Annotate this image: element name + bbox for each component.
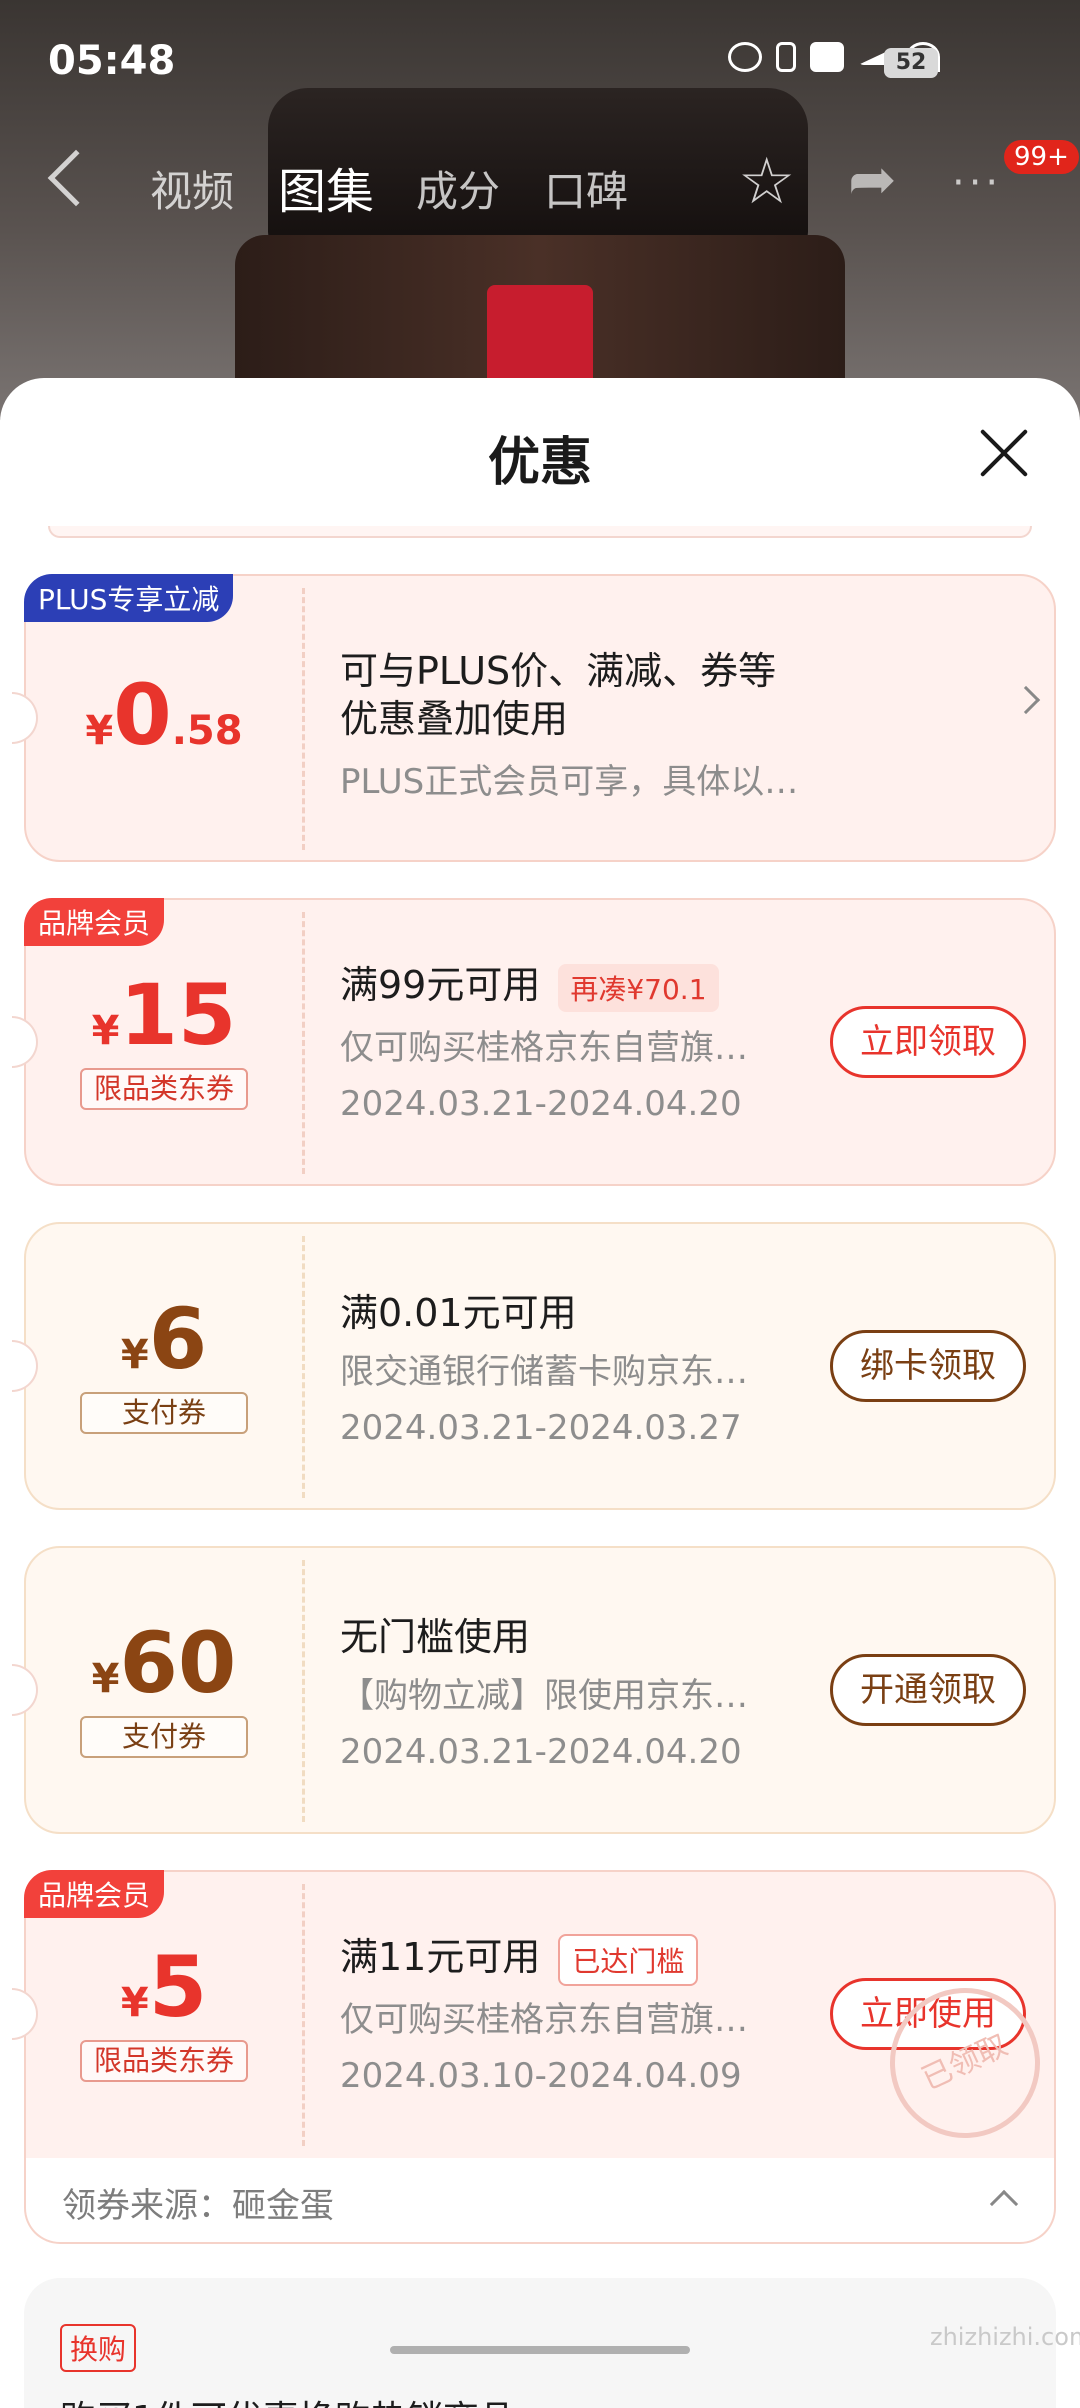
chevron-up-icon[interactable] [989,2189,1019,2219]
favorite-star-icon[interactable]: ☆ [738,150,795,214]
coupon-divider [302,1884,305,2146]
plus-tag: PLUS专享立减 [24,574,234,622]
coupon-divider [302,1560,305,1822]
exchange-purchase-card[interactable]: 换购 购买1件可优惠换购热销商品 [24,2278,1056,2408]
currency-symbol: ¥ [91,1008,120,1054]
status-bar: 05:48 52 [0,0,1080,120]
watermark-text: zhizhizhi.com [930,2323,1080,2351]
activate-claim-button[interactable]: 开通领取 [830,1654,1026,1726]
close-icon[interactable] [978,428,1028,478]
status-time: 05:48 [48,38,176,84]
coupon-amount: ¥15 [26,966,302,1064]
tab-reviews[interactable]: 口碑 [544,158,628,219]
coupon-amount: ¥5 [26,1938,302,2036]
exchange-tag: 换购 [60,2324,137,2372]
currency-symbol: ¥ [120,1332,149,1378]
coupon-type-label: 限品类东券 [80,2040,248,2082]
more-needed-pill: 再凑¥70.1 [558,963,719,1012]
coupon-condition: 满99元可用 再凑¥70.1 [340,954,719,1012]
coupon-source-text: 领券来源：砸金蛋 [62,2186,334,2226]
coupon-brand-5: 品牌会员 ¥5 限品类东券 满11元可用 已达门槛 仅可购买桂格京东自营旗… 20… [12,1870,1056,2158]
chevron-right-icon[interactable] [1011,685,1041,715]
coupon-brand-15: 品牌会员 ¥15 限品类东券 满99元可用 再凑¥70.1 仅可购买桂格京东自营旗… [12,898,1056,1186]
coupon-sub-text: 仅可购买桂格京东自营旗… [340,2000,748,2040]
coupon-sub-text: PLUS正式会员可享，具体以… [340,762,799,802]
coupon-type-label: 限品类东券 [80,1068,248,1110]
coupon-divider [302,588,305,850]
coupon-payment-6: ¥6 支付券 满0.01元可用 限交通银行储蓄卡购京东… 2024.03.21-… [12,1222,1056,1510]
previous-coupon-edge [48,526,1032,538]
coupon-type-label: 支付券 [80,1716,248,1758]
coupon-payment-60: ¥60 支付券 无门槛使用 【购物立减】限使用京东… 2024.03.21-20… [12,1546,1056,1834]
coupon-amount: ¥6 [26,1290,302,1388]
coupon-validity: 2024.03.21-2024.03.27 [340,1408,742,1448]
claim-now-button[interactable]: 立即领取 [830,1006,1026,1078]
coupon-amount: ¥60 [26,1614,302,1712]
currency-symbol: ¥ [120,1980,149,2026]
hd-icon [810,42,844,72]
coupon-sub-text: 仅可购买桂格京东自营旗… [340,1028,748,1068]
coupon-amount: ¥0.58 [26,666,302,764]
amount-value: 6 [148,1290,208,1388]
coupon-validity: 2024.03.21-2024.04.20 [340,1084,742,1124]
top-nav-bar: 视频 图集 成分 口碑 ☆ ➦ ··· 99+ [0,140,1080,230]
coupon-condition: 满11元可用 已达门槛 [340,1926,699,1986]
coupon-sub-text: 【购物立减】限使用京东… [340,1676,748,1716]
coupon-divider [302,1236,305,1498]
coupon-plus-discount[interactable]: PLUS专享立减 ¥0.58 可与PLUS价、满减、券等 优惠叠加使用 PLUS… [12,574,1056,862]
coupon-description-line2: 优惠叠加使用 [340,697,569,741]
threshold-met-pill: 已达门槛 [558,1933,699,1986]
coupon-validity: 2024.03.10-2024.04.09 [340,2056,742,2096]
home-indicator [390,2346,690,2354]
amount-value: 60 [119,1614,237,1712]
tab-ingredients[interactable]: 成分 [416,158,500,219]
currency-symbol: ¥ [85,708,114,754]
vibrate-icon [776,42,796,72]
back-icon[interactable] [47,149,105,207]
currency-symbol: ¥ [91,1656,120,1702]
alarm-icon [728,42,762,72]
tab-gallery[interactable]: 图集 [278,152,374,222]
coupon-validity: 2024.03.21-2024.04.20 [340,1732,742,1772]
brand-member-tag: 品牌会员 [24,898,165,946]
amount-integer: 0 [113,666,172,764]
coupon-divider [302,912,305,1174]
coupon-condition: 满0.01元可用 [340,1291,577,1335]
condition-text: 满99元可用 [340,963,541,1007]
share-icon[interactable]: ➦ [848,150,897,208]
coupon-source-row[interactable]: 领券来源：砸金蛋 [24,2158,1056,2244]
more-icon[interactable]: ··· [952,160,1002,206]
coupon-type-label: 支付券 [80,1392,248,1434]
tab-video[interactable]: 视频 [150,158,234,219]
amount-value: 5 [148,1938,208,2036]
sheet-title: 优惠 [487,433,592,493]
amount-decimal: .58 [171,708,243,754]
brand-member-tag: 品牌会员 [24,1870,165,1918]
condition-text: 满11元可用 [340,1935,541,1979]
product-gallery-background: 05:48 52 视频 图集 成分 口碑 ☆ ➦ ··· 99+ [0,0,1080,420]
battery-icon: 52 [884,48,938,78]
discount-sheet: 优惠 PLUS专享立减 ¥0.58 可与PLUS价、满减、券等 优惠叠加使用 P… [0,378,1080,2408]
coupon-sub-text: 限交通银行储蓄卡购京东… [340,1352,748,1392]
message-badge: 99+ [1004,140,1079,174]
coupon-description-line1: 可与PLUS价、满减、券等 [340,649,777,693]
amount-value: 15 [119,966,237,1064]
bind-card-claim-button[interactable]: 绑卡领取 [830,1330,1026,1402]
exchange-text: 购买1件可优惠换购热销商品 [60,2390,515,2408]
coupon-condition: 无门槛使用 [340,1615,531,1659]
